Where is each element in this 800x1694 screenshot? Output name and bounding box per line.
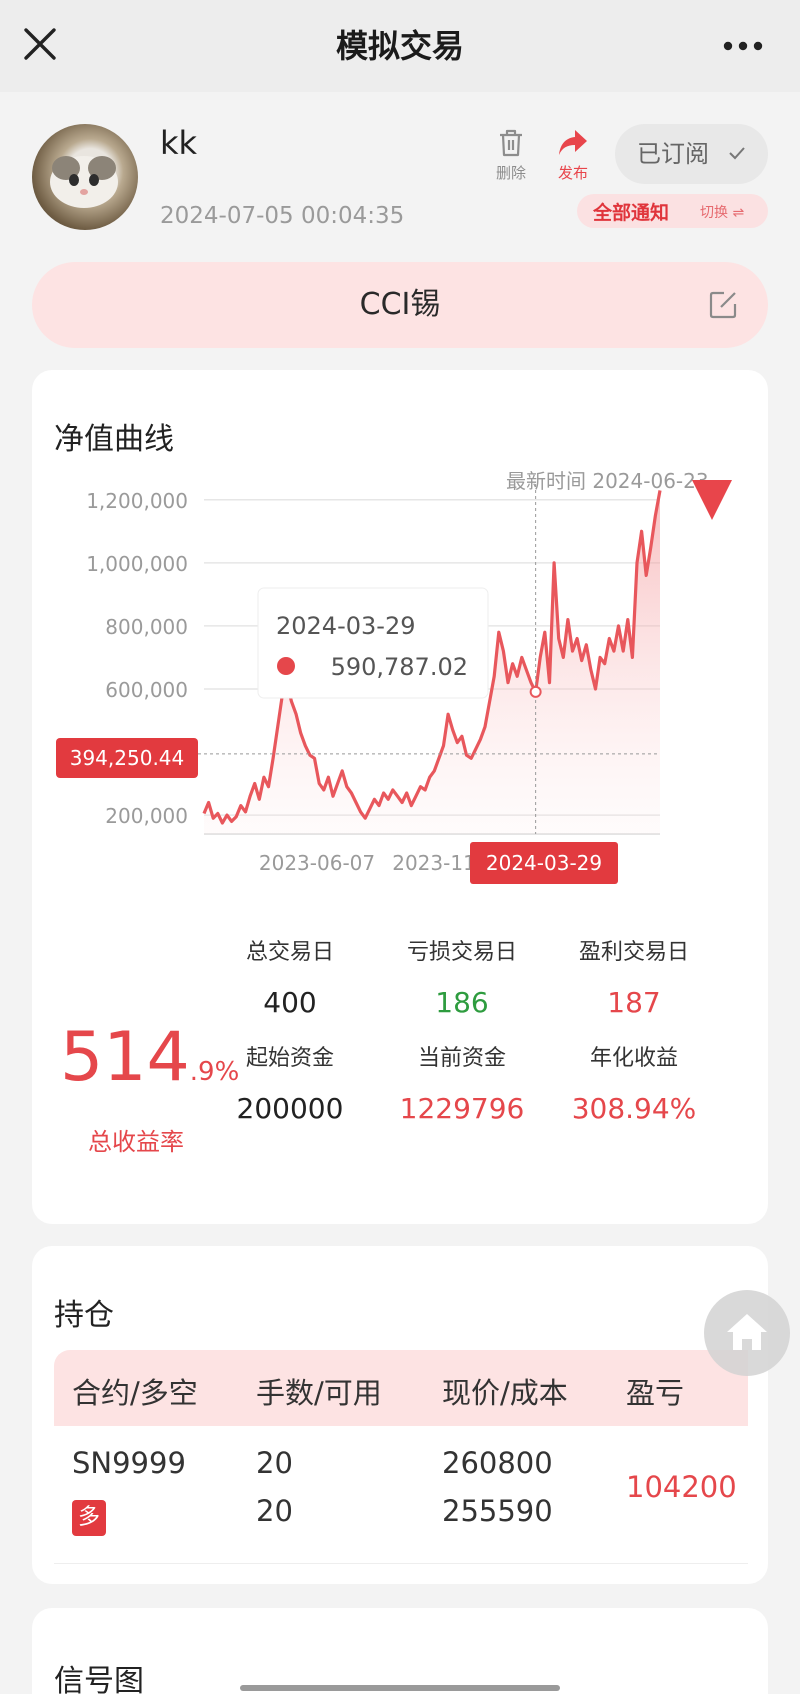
notify-toggle[interactable]: 全部通知 切换 ⇌ — [577, 194, 768, 228]
notify-label: 全部通知 — [593, 202, 670, 224]
stat-key: 年化收益 — [589, 1046, 678, 1071]
stat-value: 400 — [263, 986, 317, 1019]
tooltip-dot — [277, 657, 295, 675]
home-button[interactable] — [704, 1290, 790, 1376]
publish-label: 发布 — [557, 164, 588, 182]
navbar: 模拟交易 — [0, 0, 800, 92]
y-tick-label: 600,000 — [105, 678, 188, 702]
stat-key: 盈利交易日 — [578, 940, 689, 965]
direction-tag: 多 — [72, 1500, 106, 1536]
highlighted-point — [529, 685, 542, 698]
pnl-value: 104200 — [626, 1470, 737, 1504]
strategy-name: CCI锡 — [359, 287, 441, 322]
crosshair-date-label: 2024-03-29 — [486, 851, 602, 875]
row-divider — [54, 1563, 748, 1564]
cost-price: 255590 — [442, 1494, 553, 1528]
stat-value: 200000 — [236, 1092, 344, 1125]
home-indicator — [240, 1685, 560, 1691]
avatar[interactable] — [32, 124, 138, 230]
stat-key: 起始资金 — [245, 1046, 334, 1071]
subscribed-button[interactable]: 已订阅 — [615, 124, 768, 184]
crosshair-value-label: 394,250.44 — [70, 746, 185, 770]
subscribed-label: 已订阅 — [637, 140, 709, 168]
equity-card: 净值曲线 200,000 600,000 800,000 1,000,000 1,200… — [32, 370, 768, 1224]
delete-label: 删除 — [495, 164, 526, 182]
latest-marker-icon — [692, 480, 732, 520]
stat-profit-days: 盈利交易日 187 — [544, 934, 724, 1019]
edit-icon[interactable] — [708, 290, 738, 320]
trash-icon — [500, 129, 522, 157]
tooltip-value: 590,787.02 — [331, 653, 468, 681]
positions-card: 持仓 合约/多空 手数/可用 现价/成本 盈亏 SN9999 多 20 20 2… — [32, 1246, 768, 1584]
stat-value: 1229796 — [399, 1092, 525, 1125]
y-tick-label: 200,000 — [105, 804, 188, 828]
chart-tooltip: 2024-03-29 590,787.02 — [257, 587, 489, 699]
signal-card: 信号图 — [32, 1608, 768, 1694]
home-icon — [727, 1314, 767, 1350]
current-price: 260800 — [442, 1446, 553, 1480]
lots: 20 — [256, 1446, 293, 1480]
stat-total-days: 总交易日 400 — [200, 934, 380, 1019]
stat-value: 186 — [435, 986, 489, 1019]
strategy-name-bar[interactable]: CCI锡 — [32, 262, 768, 348]
total-return-label: 总收益率 — [88, 1128, 184, 1156]
stat-key: 亏损交易日 — [406, 940, 517, 965]
x-tick-label: 2023-06-07 — [259, 851, 375, 875]
header-lots: 手数/可用 — [256, 1376, 382, 1410]
positions-table[interactable]: 合约/多空 手数/可用 现价/成本 盈亏 SN9999 多 20 20 2608… — [32, 1246, 748, 1584]
signal-title: 信号图 — [54, 1664, 144, 1694]
y-tick-label: 1,200,000 — [86, 489, 188, 513]
crosshair-value-tag: 394,250.44 — [56, 738, 198, 778]
equity-chart[interactable]: 200,000600,000800,0001,000,0001,200,000 … — [32, 370, 768, 970]
y-tick-label: 800,000 — [105, 615, 188, 639]
crosshair-date-tag: 2024-03-29 — [470, 842, 618, 884]
contract-code: SN9999 — [72, 1446, 186, 1480]
y-tick-label: 1,000,000 — [86, 552, 188, 576]
publish-button[interactable]: 发布 — [545, 128, 601, 183]
username: kk — [160, 124, 198, 162]
share-arrow-icon — [559, 130, 587, 155]
table-header: 合约/多空 手数/可用 现价/成本 盈亏 — [54, 1350, 748, 1426]
check-icon — [729, 147, 745, 160]
header-pnl: 盈亏 — [626, 1376, 685, 1410]
header-price: 现价/成本 — [442, 1376, 568, 1410]
page-title: 模拟交易 — [335, 27, 464, 65]
tooltip-date: 2024-03-29 — [276, 612, 415, 640]
available: 20 — [256, 1494, 293, 1528]
stat-annual-return: 年化收益 308.94% — [544, 1040, 724, 1125]
latest-time-label: 最新时间 2024-06-23 — [506, 469, 709, 493]
stat-current-capital: 当前资金 1229796 — [372, 1040, 552, 1125]
header-contract: 合约/多空 — [72, 1376, 198, 1410]
stat-key: 当前资金 — [417, 1046, 506, 1071]
delete-button[interactable]: 删除 — [483, 128, 539, 183]
total-return-int: 514 — [60, 1018, 190, 1097]
stat-key: 总交易日 — [245, 940, 334, 965]
stat-initial-capital: 起始资金 200000 — [200, 1040, 380, 1125]
switch-label[interactable]: 切换 ⇌ — [700, 202, 744, 222]
stat-loss-days: 亏损交易日 186 — [372, 934, 552, 1019]
stat-value: 187 — [607, 986, 661, 1019]
stat-value: 308.94% — [571, 1092, 697, 1125]
post-time: 2024-07-05 00:04:35 — [160, 203, 405, 229]
cat-photo-icon — [50, 156, 118, 208]
more-icon[interactable] — [722, 40, 764, 52]
